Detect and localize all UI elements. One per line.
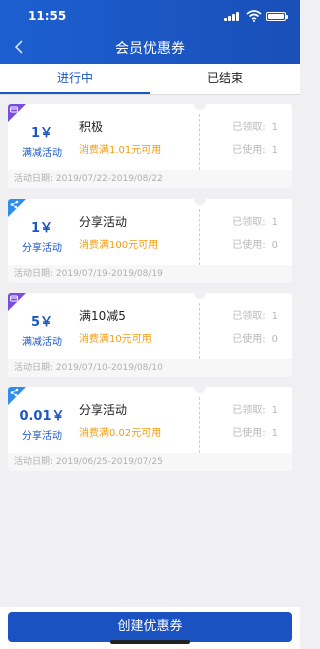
coupon-date: 活动日期: 2019/07/22-2019/08/22 — [8, 170, 292, 188]
received-label: 已领取: — [232, 122, 266, 133]
coupon-amount: 0.01￥ — [19, 409, 65, 424]
used-label: 已使用: — [232, 240, 266, 251]
ticket-dashed-divider — [199, 397, 200, 453]
status-bar: 11:55 — [0, 0, 300, 30]
ticket-notch — [194, 104, 206, 110]
home-indicator — [110, 640, 190, 644]
wifi-icon — [246, 10, 262, 22]
coupon-name: 分享活动 — [79, 215, 128, 229]
used-value: 1 — [271, 428, 278, 439]
coupon-kind: 满减活动 — [22, 148, 62, 159]
card-icon — [8, 293, 26, 311]
share-icon — [8, 387, 26, 405]
used-stat: 已使用: 1 — [232, 424, 278, 439]
received-value: 1 — [271, 311, 278, 322]
coupon-kind: 分享活动 — [22, 431, 62, 442]
used-stat: 已使用: 1 — [232, 141, 278, 156]
coupon-amount: 5￥ — [30, 315, 54, 330]
signal-icon — [224, 12, 240, 21]
coupon-name: 满10减5 — [79, 309, 126, 323]
coupon-name: 积极 — [79, 120, 104, 134]
coupon-date: 活动日期: 2019/07/19-2019/08/19 — [8, 265, 292, 283]
used-label: 已使用: — [232, 428, 266, 439]
tab-ongoing[interactable]: 进行中 — [0, 64, 150, 94]
card-icon — [8, 104, 26, 122]
ticket-notch — [194, 293, 206, 299]
used-value: 0 — [271, 334, 278, 345]
used-label: 已使用: — [232, 334, 266, 345]
ticket-notch — [194, 387, 206, 393]
coupon-date: 活动日期: 2019/06/25-2019/07/25 — [8, 453, 292, 471]
coupon-card[interactable]: 1￥ 满减活动 积极 消费满1.01元可用 已领取: 1 已使用: 1 活动日期: … — [8, 104, 292, 188]
page-title: 会员优惠券 — [115, 41, 185, 57]
coupon-kind: 满减活动 — [22, 337, 62, 348]
used-stat: 已使用: 0 — [232, 330, 278, 345]
received-value: 1 — [271, 217, 278, 228]
used-value: 0 — [271, 240, 278, 251]
coupon-condition: 消费满10元可用 — [79, 334, 152, 345]
coupon-date: 活动日期: 2019/07/10-2019/08/10 — [8, 359, 292, 377]
coupon-name: 分享活动 — [79, 403, 128, 417]
received-stat: 已领取: 1 — [232, 307, 278, 322]
battery-icon — [266, 12, 288, 21]
tab-ended[interactable]: 已结束 — [150, 64, 300, 94]
received-label: 已领取: — [232, 311, 266, 322]
received-stat: 已领取: 1 — [232, 213, 278, 228]
share-icon — [8, 199, 26, 217]
received-stat: 已领取: 1 — [232, 118, 278, 133]
received-value: 1 — [271, 122, 278, 133]
create-coupon-button[interactable]: 创建优惠券 — [8, 612, 292, 642]
ticket-notch — [194, 199, 206, 205]
coupon-amount: 1￥ — [30, 126, 54, 141]
app-header: 11:55 会员优惠券 — [0, 0, 300, 64]
coupon-card[interactable]: 1￥ 分享活动 分享活动 消费满100元可用 已领取: 1 已使用: 0 活动日期:… — [8, 199, 292, 283]
used-label: 已使用: — [232, 145, 266, 156]
coupon-card[interactable]: 0.01￥ 分享活动 分享活动 消费满0.02元可用 已领取: 1 已使用: 1 活… — [8, 387, 292, 471]
status-time: 11:55 — [28, 9, 67, 23]
used-value: 1 — [271, 145, 278, 156]
used-stat: 已使用: 0 — [232, 236, 278, 251]
coupon-amount: 1￥ — [30, 221, 54, 236]
tab-bar: 进行中 已结束 — [0, 64, 300, 94]
received-label: 已领取: — [232, 217, 266, 228]
ticket-dashed-divider — [199, 209, 200, 265]
coupon-card[interactable]: 5￥ 满减活动 满10减5 消费满10元可用 已领取: 1 已使用: 0 活动日期:… — [8, 293, 292, 377]
ticket-dashed-divider — [199, 303, 200, 359]
received-stat: 已领取: 1 — [232, 401, 278, 416]
ticket-dashed-divider — [199, 114, 200, 170]
coupon-condition: 消费满100元可用 — [79, 240, 159, 251]
coupon-condition: 消费满1.01元可用 — [79, 145, 162, 156]
received-value: 1 — [271, 405, 278, 416]
coupon-condition: 消费满0.02元可用 — [79, 428, 162, 439]
tab-divider — [0, 94, 300, 95]
coupon-kind: 分享活动 — [22, 243, 62, 254]
received-label: 已领取: — [232, 405, 266, 416]
